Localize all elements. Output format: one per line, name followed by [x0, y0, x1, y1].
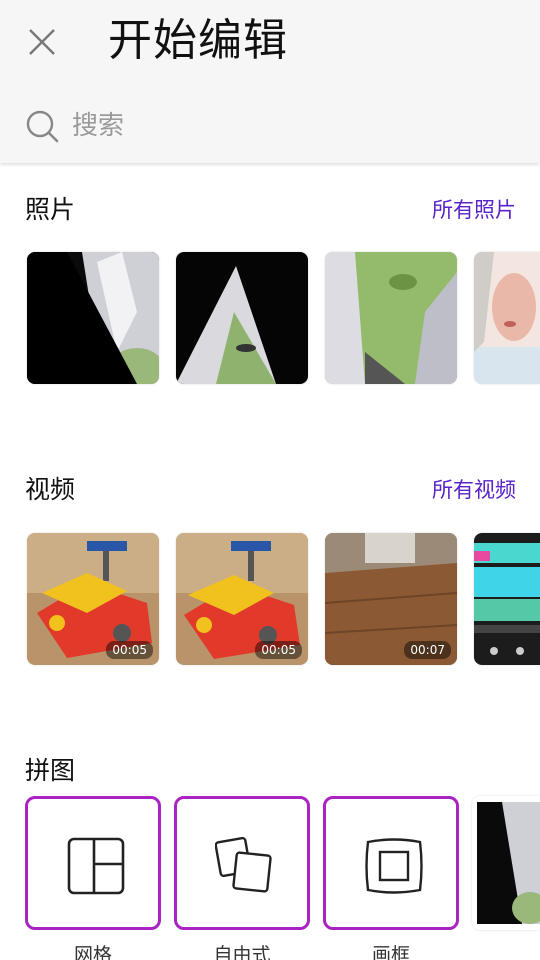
header: 开始编辑 搜索 — [0, 0, 540, 163]
collage-title: 拼图 — [25, 756, 76, 785]
collage-freestyle-label: 自由式 — [213, 944, 271, 960]
close-button[interactable] — [24, 24, 60, 60]
search-icon — [26, 110, 59, 143]
video-thumb[interactable]: 00:07 — [325, 533, 457, 665]
videos-title: 视频 — [25, 475, 76, 504]
close-icon — [29, 29, 55, 55]
video-thumb[interactable]: 00:05 — [176, 533, 308, 665]
collage-frame-button[interactable] — [323, 796, 459, 930]
photo-image — [474, 252, 540, 384]
video-image — [474, 533, 540, 665]
photo-thumb[interactable] — [325, 252, 457, 384]
photo-thumb[interactable] — [176, 252, 308, 384]
collage-frame-label: 画框 — [371, 944, 410, 960]
collage-freestyle-button[interactable] — [174, 796, 310, 930]
photo-image — [176, 252, 308, 384]
collage-grid-button[interactable] — [25, 796, 161, 930]
collage-preview[interactable] — [472, 796, 540, 930]
page-title: 开始编辑 — [108, 15, 288, 66]
freestyle-icon — [215, 836, 272, 893]
photos-title: 照片 — [25, 195, 76, 224]
grid-icon — [67, 837, 125, 895]
search-bar[interactable]: 搜索 — [22, 104, 518, 148]
photo-thumb[interactable] — [27, 252, 159, 384]
video-duration: 00:05 — [106, 641, 153, 659]
photo-image — [325, 252, 457, 384]
search-input[interactable]: 搜索 — [72, 108, 124, 144]
video-thumb[interactable]: 00:05 — [27, 533, 159, 665]
photo-thumb[interactable] — [474, 252, 540, 384]
video-duration: 00:07 — [404, 641, 451, 659]
collage-grid-label: 网格 — [73, 944, 112, 960]
frame-icon — [365, 838, 423, 894]
all-photos-link[interactable]: 所有照片 — [432, 194, 516, 226]
video-duration: 00:05 — [255, 641, 302, 659]
video-thumb[interactable] — [474, 533, 540, 665]
photo-image — [27, 252, 159, 384]
all-videos-link[interactable]: 所有视频 — [432, 474, 516, 506]
collage-preview-image — [472, 796, 540, 930]
